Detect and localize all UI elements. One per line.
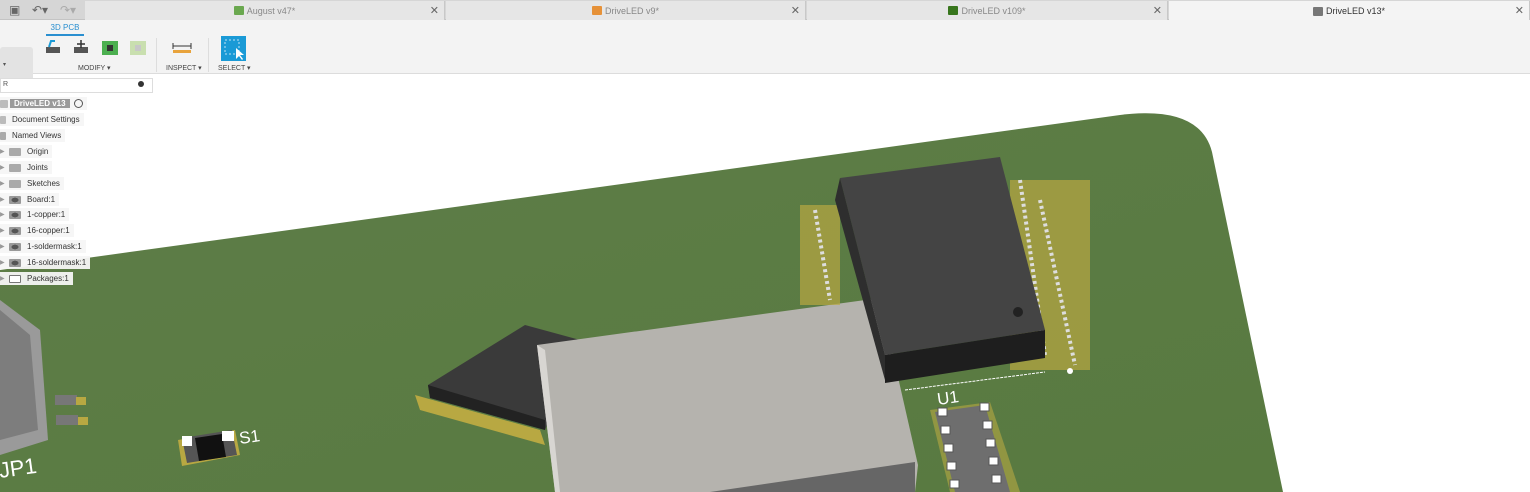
tree-label: Sketches [27, 179, 60, 188]
collapse-icon[interactable] [138, 81, 144, 87]
tree-label: Packages:1 [27, 274, 69, 283]
design-icon [233, 6, 244, 15]
tree-item-packages[interactable]: ▶ Packages:1 [0, 272, 73, 285]
expand-arrow-icon[interactable]: ▶ [0, 211, 9, 218]
3d-viewport[interactable]: JP1 S1 U1 [0, 74, 1530, 492]
inspect-menu[interactable]: INSPECT ▾ [166, 64, 202, 72]
tree-root[interactable]: DriveLED v13 [0, 97, 87, 110]
divider [208, 38, 209, 72]
tab-driveled-v13[interactable]: DriveLED v13* ✕ [1169, 1, 1530, 21]
tree-item-origin[interactable]: ▶ Origin [0, 145, 53, 158]
tab-driveled-v109[interactable]: DriveLED v109* ✕ [807, 1, 1168, 20]
component-icon [9, 274, 21, 283]
folder-icon [9, 179, 21, 188]
tab-august[interactable]: August v47* ✕ [85, 1, 445, 20]
tree-label: Named Views [12, 131, 62, 140]
ribbon-toolbar: ▾ 3D PCB MODIFY ▾ INSPECT ▾ SELECT ▾ [0, 20, 1530, 89]
browser-panel-header: R [0, 78, 153, 93]
close-icon[interactable]: ✕ [430, 4, 439, 17]
folder-icon [9, 163, 21, 172]
design-icon [591, 6, 602, 15]
tree-label: 1-copper:1 [27, 210, 66, 219]
divider [156, 38, 157, 72]
expand-arrow-icon[interactable]: ▶ [0, 164, 9, 171]
close-icon[interactable]: ✕ [1153, 4, 1162, 17]
move-package-icon[interactable] [71, 39, 91, 57]
tree-item-named-views[interactable]: Named Views [0, 129, 66, 142]
pcb-edit-icon[interactable] [100, 39, 120, 57]
expand-arrow-icon[interactable]: ▶ [0, 196, 9, 203]
tree-label: 16-copper:1 [27, 226, 70, 235]
measure-icon[interactable] [172, 39, 192, 57]
redo-icon[interactable]: ↷▾ [60, 3, 76, 17]
tree-item-board[interactable]: ▶ Board:1 [0, 193, 60, 206]
tree-item-sketches[interactable]: ▶ Sketches [0, 177, 64, 190]
tree-label: Document Settings [12, 115, 80, 124]
pcb-disabled-icon[interactable] [128, 39, 148, 57]
root-label: DriveLED v13 [10, 99, 70, 108]
save-icon[interactable]: ▣ [9, 3, 20, 17]
tree-label: Board:1 [27, 195, 56, 204]
label-s1: S1 [238, 426, 261, 448]
label-jp1: JP1 [0, 453, 38, 483]
tree-label: 1-soldermask:1 [27, 242, 82, 251]
tree-label: Origin [27, 147, 49, 156]
gear-icon [0, 115, 6, 124]
tab-driveled-v9[interactable]: DriveLED v9* ✕ [446, 1, 806, 20]
select-icon[interactable] [221, 36, 246, 61]
tab-label: August v47* [246, 5, 296, 16]
tree-item-1-soldermask[interactable]: ▶ 1-soldermask:1 [0, 240, 86, 253]
undo-icon[interactable]: ↶▾ [32, 3, 48, 17]
tab-label: DriveLED v109* [961, 5, 1026, 16]
tree-item-document-settings[interactable]: Document Settings [0, 113, 84, 126]
tree-label: 16-soldermask:1 [27, 258, 87, 267]
tree-item-16-soldermask[interactable]: ▶ 16-soldermask:1 [0, 256, 91, 269]
expand-arrow-icon[interactable]: ▶ [0, 243, 9, 250]
design-icon [1312, 6, 1323, 16]
layer-icon [9, 210, 21, 219]
folder-icon [9, 147, 21, 156]
expand-arrow-icon[interactable]: ▶ [0, 259, 9, 266]
component-icon [0, 99, 8, 108]
select-menu[interactable]: SELECT ▾ [218, 64, 251, 72]
tab-3d-pcb[interactable]: 3D PCB [46, 23, 84, 36]
design-icon [948, 6, 959, 15]
layer-icon [9, 226, 21, 235]
expand-arrow-icon[interactable]: ▶ [0, 180, 9, 187]
activate-radio-icon[interactable] [73, 99, 83, 108]
expand-arrow-icon[interactable]: ▶ [0, 275, 9, 282]
tree-item-16-copper[interactable]: ▶ 16-copper:1 [0, 224, 74, 237]
tree-item-joints[interactable]: ▶ Joints [0, 161, 52, 174]
tab-label: DriveLED v13* [1325, 6, 1386, 16]
close-icon[interactable]: ✕ [791, 4, 800, 17]
layer-icon [9, 195, 21, 204]
tree-item-1-copper[interactable]: ▶ 1-copper:1 [0, 208, 70, 221]
tree-label: Joints [27, 163, 48, 172]
layer-icon [9, 258, 21, 267]
close-icon[interactable]: ✕ [1515, 4, 1524, 17]
expand-arrow-icon[interactable]: ▶ [0, 148, 9, 155]
layer-icon [9, 242, 21, 251]
browser-title: R [3, 81, 9, 88]
label-u1: U1 [936, 387, 960, 409]
views-icon [0, 131, 6, 140]
modify-menu[interactable]: MODIFY ▾ [78, 64, 111, 72]
push-to-board-icon[interactable] [43, 39, 63, 57]
document-tab-bar: ▣ ↶▾ ↷▾ August v47* ✕ DriveLED v9* ✕ Drive… [0, 0, 1530, 21]
tab-label: DriveLED v9* [604, 5, 660, 16]
expand-arrow-icon[interactable]: ▶ [0, 227, 9, 234]
